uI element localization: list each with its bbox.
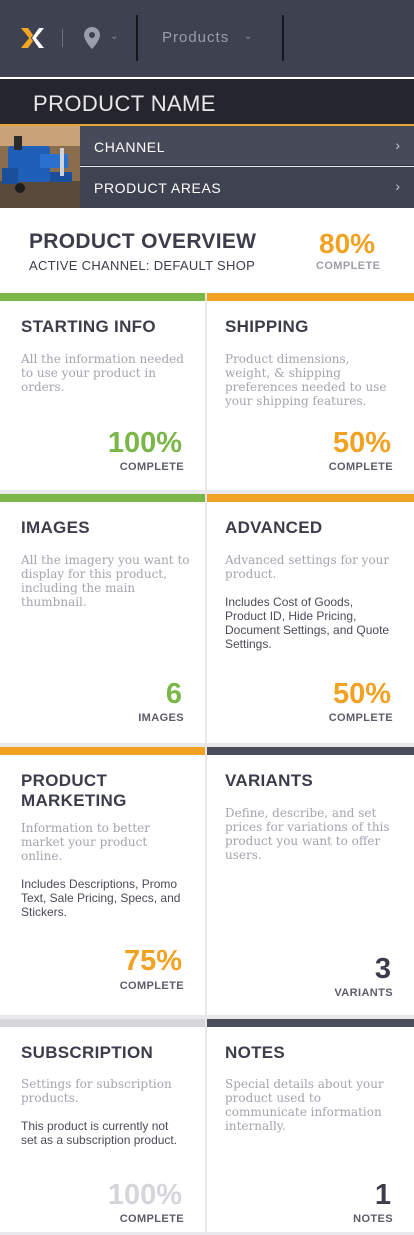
product-areas-nav-item[interactable]: PRODUCT AREAS › (80, 167, 414, 208)
card-description: Product dimensions, weight, & shipping p… (225, 352, 387, 408)
card-value: 75% (123, 945, 182, 977)
product-thumbnail[interactable] (0, 126, 80, 208)
card-extra-info: Includes Descriptions, Promo Text, Sale … (21, 877, 181, 919)
product-name-bar: PRODUCT NAME (0, 77, 414, 126)
product-overview: PRODUCT OVERVIEW ACTIVE CHANNEL: DEFAULT… (0, 208, 414, 293)
card-advanced[interactable]: ADVANCED Advanced settings for your prod… (207, 494, 414, 743)
card-unit: VARIANTS (334, 987, 393, 999)
card-description: Special details about your product used … (225, 1077, 384, 1133)
card-extra-info: Includes Cost of Goods, Product ID, Hide… (225, 595, 390, 651)
location-pin-icon[interactable] (84, 27, 100, 49)
card-product-marketing[interactable]: PRODUCT MARKETING Information to better … (0, 747, 205, 1015)
product-name: PRODUCT NAME (33, 91, 216, 116)
divider (136, 15, 138, 61)
divider (282, 15, 284, 61)
location-chevron-down-icon[interactable]: ⌄ (110, 31, 118, 42)
card-images[interactable]: IMAGES All the imagery you want to displ… (0, 494, 205, 743)
card-value: 50% (332, 678, 391, 710)
card-title: PRODUCT MARKETING (21, 771, 127, 810)
chevron-right-icon: › (395, 137, 400, 153)
top-bar: ⌄ Products ⌄ (0, 0, 414, 77)
card-value: 100% (107, 427, 182, 459)
card-value: 50% (332, 427, 391, 459)
card-description: All the information needed to use your p… (21, 352, 184, 394)
products-menu[interactable]: Products (162, 29, 229, 46)
card-unit: COMPLETE (119, 980, 184, 992)
channel-nav-item[interactable]: CHANNEL › (80, 126, 414, 166)
card-notes[interactable]: NOTES Special details about your product… (207, 1019, 414, 1232)
card-starting-info[interactable]: STARTING INFO All the information needed… (0, 293, 205, 490)
card-unit: NOTES (353, 1213, 393, 1225)
card-extra-info: This product is currently not set as a s… (21, 1119, 178, 1147)
card-unit: IMAGES (138, 712, 184, 724)
card-unit: COMPLETE (119, 461, 184, 473)
card-title: IMAGES (21, 518, 90, 537)
card-unit: COMPLETE (328, 712, 393, 724)
card-description: Define, describe, and set prices for var… (225, 806, 390, 862)
product-image (0, 126, 80, 208)
divider (62, 29, 63, 47)
active-channel: ACTIVE CHANNEL: DEFAULT SHOP (29, 258, 256, 273)
card-value: 1 (374, 1179, 391, 1211)
card-title: STARTING INFO (21, 317, 156, 336)
overview-percent: 80% (319, 228, 376, 259)
chevron-right-icon: › (395, 178, 400, 194)
overview-complete-label: COMPLETE (316, 260, 381, 272)
card-title: SUBSCRIPTION (21, 1043, 154, 1062)
channel-label: CHANNEL (94, 139, 166, 155)
card-shipping[interactable]: SHIPPING Product dimensions, weight, & s… (207, 293, 414, 490)
card-value: 3 (374, 953, 391, 985)
card-title: VARIANTS (225, 771, 314, 790)
card-value: 100% (107, 1179, 182, 1211)
card-value: 6 (165, 678, 182, 710)
card-description: All the imagery you want to display for … (21, 553, 190, 609)
app-logo-icon[interactable] (19, 26, 45, 50)
card-description: Advanced settings for your product. (225, 553, 390, 581)
card-variants[interactable]: VARIANTS Define, describe, and set price… (207, 747, 414, 1015)
card-description: Settings for subscription products. (21, 1077, 172, 1105)
card-unit: COMPLETE (119, 1213, 184, 1225)
card-title: SHIPPING (225, 317, 309, 336)
card-title: ADVANCED (225, 518, 323, 537)
card-description: Information to better market your produc… (21, 821, 150, 863)
card-unit: COMPLETE (328, 461, 393, 473)
overview-title: PRODUCT OVERVIEW (29, 230, 257, 253)
products-chevron-down-icon[interactable]: ⌄ (244, 31, 252, 42)
card-subscription[interactable]: SUBSCRIPTION Settings for subscription p… (0, 1019, 205, 1232)
product-areas-label: PRODUCT AREAS (94, 180, 222, 196)
card-title: NOTES (225, 1043, 286, 1062)
